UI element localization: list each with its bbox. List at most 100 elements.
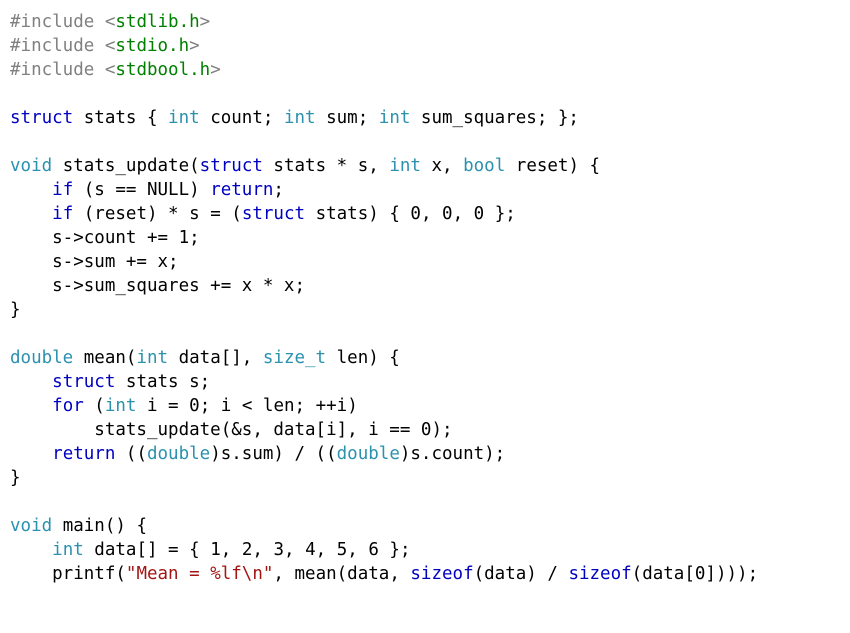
code-token: stats s; <box>115 372 210 392</box>
code-token: int <box>379 108 411 128</box>
code-token: stdbool.h <box>115 60 210 80</box>
code-token: data[], <box>168 348 263 368</box>
code-line: void main() { <box>10 516 147 536</box>
code-token: data[] = { <box>84 540 210 560</box>
code-line: int data[] = { 1, 2, 3, 4, 5, 6 }; <box>10 540 410 560</box>
code-token: (data) / <box>474 564 569 584</box>
code-token: void <box>10 516 52 536</box>
code-token: stats) { <box>305 204 410 224</box>
code-token: stats_update( <box>52 156 200 176</box>
code-token: struct <box>200 156 263 176</box>
code-token: , <box>221 540 242 560</box>
code-token: ; i < len; ++i) <box>200 396 358 416</box>
code-line: if (reset) * s = (struct stats) { 0, 0, … <box>10 204 516 224</box>
code-token: double <box>10 348 73 368</box>
code-token: printf( <box>10 564 126 584</box>
code-token: sum_squares; }; <box>410 108 579 128</box>
code-token: s->sum += x; <box>10 252 179 272</box>
code-token: void <box>10 156 52 176</box>
code-line: struct stats s; <box>10 372 210 392</box>
code-token: int <box>136 348 168 368</box>
code-line: void stats_update(struct stats * s, int … <box>10 156 600 176</box>
code-token: s->sum_squares += x * x; <box>10 276 305 296</box>
code-token: sum; <box>316 108 379 128</box>
code-token: > <box>200 12 211 32</box>
code-token <box>10 444 52 464</box>
code-token: 1 <box>179 228 190 248</box>
code-token: "Mean = %lf\n" <box>126 564 274 584</box>
code-token: sizeof <box>410 564 473 584</box>
code-line: s->sum += x; <box>10 252 179 272</box>
code-token: ; <box>273 180 284 200</box>
code-token: 1 <box>210 540 221 560</box>
code-line: if (s == NULL) return; <box>10 180 284 200</box>
code-token: stdlib.h <box>115 12 199 32</box>
code-line: stats_update(&s, data[i], i == 0); <box>10 420 453 440</box>
code-token: reset) { <box>505 156 600 176</box>
code-token: 0 <box>442 204 453 224</box>
code-token: struct <box>52 372 115 392</box>
code-token: 4 <box>305 540 316 560</box>
code-token: #include <box>10 60 105 80</box>
code-token: double <box>337 444 400 464</box>
code-token: > <box>189 36 200 56</box>
code-token: , <box>421 204 442 224</box>
code-token: , <box>316 540 337 560</box>
code-token: < <box>105 12 116 32</box>
code-token: size_t <box>263 348 326 368</box>
code-token: return <box>210 180 273 200</box>
code-token: 5 <box>337 540 348 560</box>
code-token: < <box>105 36 116 56</box>
code-listing: #include <stdlib.h> #include <stdio.h> #… <box>10 10 840 586</box>
code-token <box>10 396 52 416</box>
code-line: for (int i = 0; i < len; ++i) <box>10 396 358 416</box>
code-token: , <box>284 540 305 560</box>
code-token: int <box>389 156 421 176</box>
code-token: stdio.h <box>115 36 189 56</box>
code-token: 2 <box>242 540 253 560</box>
code-token: s->count += <box>10 228 179 248</box>
code-token: #include <box>10 36 105 56</box>
code-token: stats * s, <box>263 156 389 176</box>
code-token <box>10 540 52 560</box>
code-token: count; <box>200 108 284 128</box>
code-token: (s == NULL) <box>73 180 210 200</box>
code-token: ); <box>431 420 452 440</box>
code-token: , <box>453 204 474 224</box>
code-token: 6 <box>368 540 379 560</box>
code-token: 3 <box>273 540 284 560</box>
code-token: , <box>252 540 273 560</box>
code-token: (reset) * s = ( <box>73 204 242 224</box>
code-token: return <box>52 444 115 464</box>
code-token <box>10 204 52 224</box>
code-token <box>10 180 52 200</box>
code-token: )s.count); <box>400 444 505 464</box>
code-token: , mean(data, <box>273 564 410 584</box>
code-token: struct <box>10 108 73 128</box>
code-token: if <box>52 204 73 224</box>
code-token: i = <box>136 396 189 416</box>
code-token: } <box>10 468 21 488</box>
code-line: printf("Mean = %lf\n", mean(data, sizeof… <box>10 564 758 584</box>
code-token: )s.sum) / (( <box>210 444 336 464</box>
code-token: int <box>168 108 200 128</box>
code-line: } <box>10 468 21 488</box>
code-token: if <box>52 180 73 200</box>
code-token: > <box>210 60 221 80</box>
code-token: ( <box>84 396 105 416</box>
code-token: main() { <box>52 516 147 536</box>
code-token: < <box>105 60 116 80</box>
code-token: struct <box>242 204 305 224</box>
code-token: len) { <box>326 348 400 368</box>
code-token: ]))); <box>705 564 758 584</box>
code-token: }; <box>379 540 411 560</box>
code-token: stats { <box>73 108 168 128</box>
code-token: int <box>52 540 84 560</box>
code-token: 0 <box>410 204 421 224</box>
code-token: 0 <box>189 396 200 416</box>
code-token: mean( <box>73 348 136 368</box>
code-line: return ((double)s.sum) / ((double)s.coun… <box>10 444 505 464</box>
code-token: double <box>147 444 210 464</box>
code-token: , <box>347 540 368 560</box>
code-token: (( <box>115 444 147 464</box>
